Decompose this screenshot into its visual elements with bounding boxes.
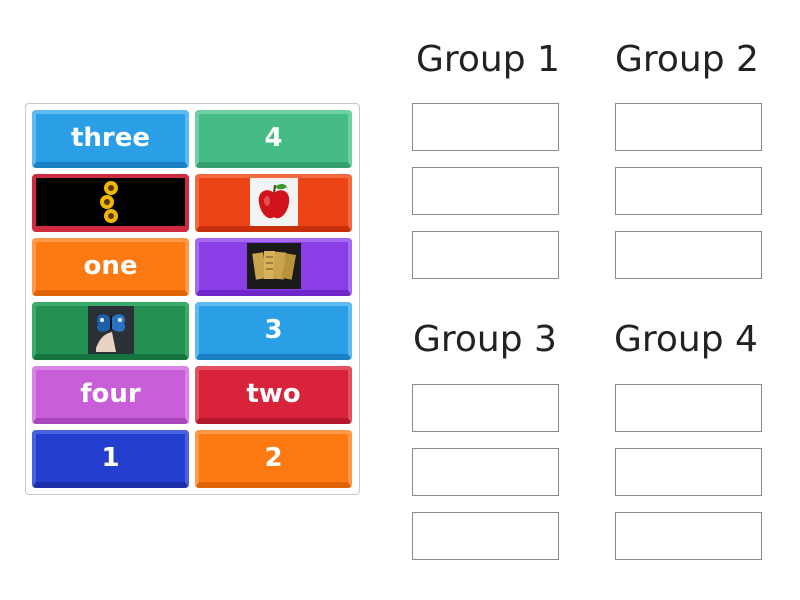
group-2-slot[interactable]	[615, 231, 762, 279]
tile-two[interactable]: two	[195, 366, 352, 424]
sunflowers-image	[99, 181, 118, 223]
group-3-slot[interactable]	[412, 512, 559, 560]
tile-four[interactable]: four	[32, 366, 189, 424]
group-4-slot[interactable]	[615, 384, 762, 432]
tile-tickets[interactable]	[195, 238, 352, 296]
group-1-title: Group 1	[416, 39, 560, 80]
tile-1[interactable]: 1	[32, 430, 189, 488]
group-2-slot[interactable]	[615, 103, 762, 151]
tile-butterflies[interactable]	[32, 302, 189, 360]
tile-label: 3	[264, 315, 283, 345]
group-2-slot[interactable]	[615, 167, 762, 215]
tile-one[interactable]: one	[32, 238, 189, 296]
group-3-slot[interactable]	[412, 384, 559, 432]
group-1-slot[interactable]	[412, 231, 559, 279]
tile-4[interactable]: 4	[195, 110, 352, 168]
tile-label: four	[80, 379, 141, 409]
tile-2[interactable]: 2	[195, 430, 352, 488]
tile-label: 1	[101, 443, 120, 473]
apple-image	[249, 178, 298, 226]
group-3-slot[interactable]	[412, 448, 559, 496]
tile-label: three	[70, 123, 151, 153]
group-1-slot[interactable]	[412, 167, 559, 215]
tile-apple[interactable]	[195, 174, 352, 232]
tile-sunflowers[interactable]	[32, 174, 189, 232]
group-2-title: Group 2	[615, 39, 759, 80]
tile-label: two	[246, 379, 301, 409]
tile-three[interactable]: three	[32, 110, 189, 168]
group-1-slot[interactable]	[412, 103, 559, 151]
tile-label: one	[83, 251, 138, 281]
group-4-title: Group 4	[614, 319, 758, 360]
group-4-slot[interactable]	[615, 512, 762, 560]
tile-tray: three 4 one 3 four two 1 2	[25, 103, 360, 495]
butterflies-image	[87, 306, 134, 354]
tile-3[interactable]: 3	[195, 302, 352, 360]
tile-label: 2	[264, 443, 283, 473]
group-3-title: Group 3	[413, 319, 557, 360]
group-4-slot[interactable]	[615, 448, 762, 496]
tickets-image	[246, 243, 301, 289]
tile-label: 4	[264, 123, 283, 153]
